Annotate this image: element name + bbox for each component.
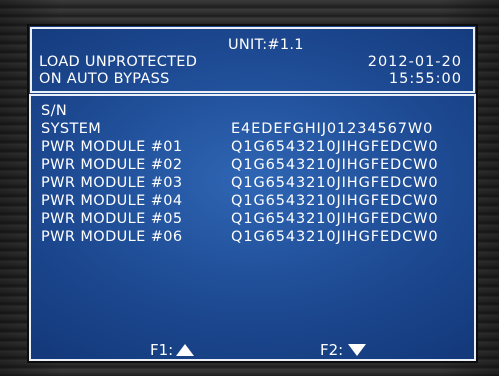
- row-label: PWR MODULE #02: [41, 157, 183, 173]
- row-value: Q1G6543210JIHGFEDCW0: [231, 193, 439, 209]
- row-value: Q1G6543210JIHGFEDCW0: [231, 157, 439, 173]
- arrow-up-icon: [176, 344, 195, 356]
- row-value: Q1G6543210JIHGFEDCW0: [231, 211, 439, 227]
- row-label: PWR MODULE #06: [41, 229, 183, 245]
- f1-label: F1:: [150, 341, 174, 359]
- date-readout: 2012-01-20: [367, 54, 462, 70]
- row-value: Q1G6543210JIHGFEDCW0: [231, 139, 439, 155]
- row-label: PWR MODULE #03: [41, 175, 183, 191]
- unit-id: UNIT:#1.1: [228, 37, 304, 53]
- arrow-down-icon: [348, 344, 367, 356]
- status-line-2: ON AUTO BYPASS: [39, 71, 170, 87]
- time-readout: 15:55:00: [388, 71, 462, 87]
- serial-number-panel: S/N SYSTEM E4EDEFGHIJ01234567W0 PWR MODU…: [29, 94, 476, 361]
- f1-scroll-up-key[interactable]: F1:: [150, 341, 195, 359]
- row-label: PWR MODULE #04: [41, 193, 183, 209]
- status-header: UNIT:#1.1 LOAD UNPROTECTED ON AUTO BYPAS…: [29, 26, 476, 96]
- f2-scroll-down-key[interactable]: F2:: [320, 341, 367, 359]
- section-label-sn: S/N: [41, 103, 68, 119]
- row-label: PWR MODULE #05: [41, 211, 183, 227]
- status-line-1: LOAD UNPROTECTED: [39, 54, 198, 70]
- row-label: SYSTEM: [41, 121, 102, 137]
- row-value: Q1G6543210JIHGFEDCW0: [231, 175, 439, 191]
- lcd-screen: UNIT:#1.1 LOAD UNPROTECTED ON AUTO BYPAS…: [27, 24, 478, 363]
- f2-label: F2:: [320, 341, 344, 359]
- row-label: PWR MODULE #01: [41, 139, 183, 155]
- row-value: E4EDEFGHIJ01234567W0: [231, 121, 434, 137]
- row-value: Q1G6543210JIHGFEDCW0: [231, 229, 439, 245]
